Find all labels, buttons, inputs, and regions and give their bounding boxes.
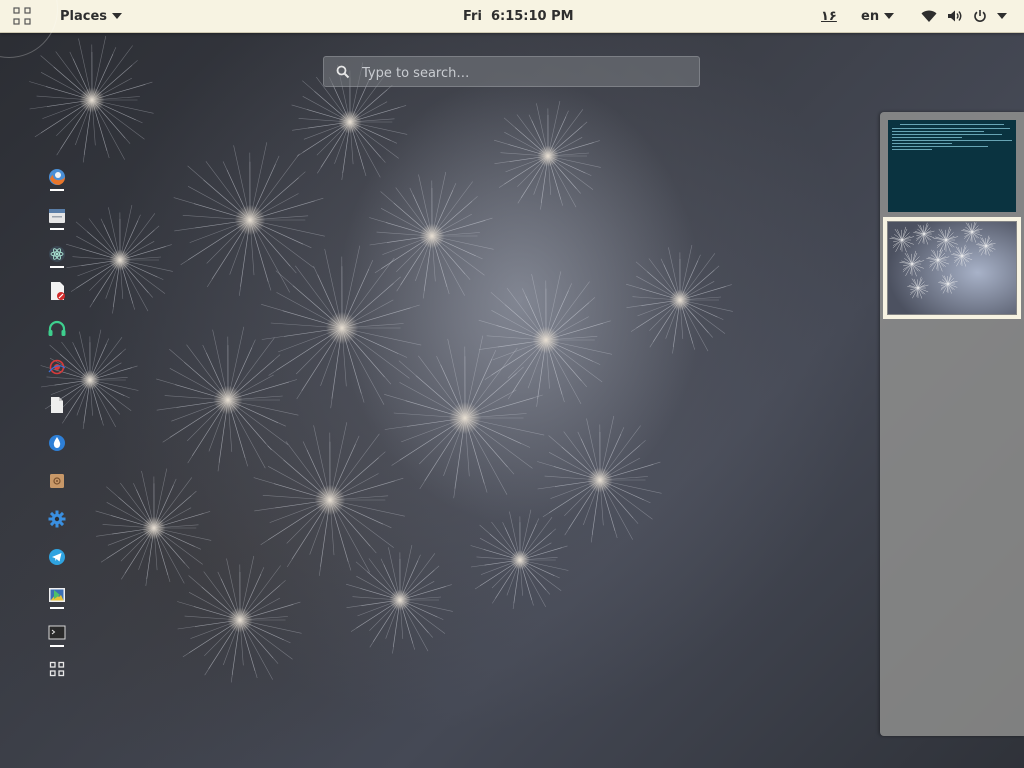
dash-item-text-editor[interactable] bbox=[46, 394, 68, 416]
dash-item-terminal[interactable] bbox=[46, 622, 68, 647]
dash-item-settings[interactable] bbox=[46, 508, 68, 530]
dandelion-wallpaper-art bbox=[29, 35, 733, 683]
dash-item-firefox[interactable] bbox=[46, 166, 68, 191]
workspace-thumbnail-1[interactable] bbox=[888, 120, 1016, 212]
search-input[interactable] bbox=[360, 61, 684, 85]
dash-item-telegram[interactable] bbox=[46, 546, 68, 568]
dash-item-drop[interactable] bbox=[46, 432, 68, 454]
show-applications-icon bbox=[49, 661, 65, 677]
screen-recorder-icon bbox=[48, 359, 66, 375]
settings-icon bbox=[48, 510, 66, 528]
running-indicator bbox=[50, 228, 64, 230]
search-box[interactable] bbox=[323, 56, 700, 87]
activities-button[interactable] bbox=[0, 0, 44, 32]
dash-item-document-viewer[interactable] bbox=[46, 280, 68, 302]
workspace-switcher bbox=[880, 112, 1024, 736]
power-icon bbox=[974, 10, 986, 22]
drop-icon bbox=[49, 435, 65, 451]
running-indicator bbox=[50, 645, 64, 647]
activities-grid-icon bbox=[13, 7, 31, 25]
dash-item-files[interactable] bbox=[46, 205, 68, 230]
clock-button[interactable]: Fri 6:15:10 PM bbox=[463, 0, 574, 32]
workspace-indicator[interactable]: ۱۶ bbox=[821, 0, 837, 32]
atom-icon bbox=[49, 246, 65, 262]
firefox-icon bbox=[49, 169, 65, 185]
document-viewer-icon bbox=[51, 282, 65, 300]
terminal-window-preview bbox=[900, 124, 1004, 125]
dash-item-archive-manager[interactable] bbox=[46, 470, 68, 492]
workspace-thumbnail-2[interactable] bbox=[883, 217, 1021, 319]
chevron-down-icon bbox=[884, 13, 895, 19]
input-source-label: en bbox=[861, 8, 880, 24]
chevron-down-icon bbox=[112, 13, 123, 19]
image-viewer-icon bbox=[49, 588, 65, 602]
dash bbox=[40, 160, 74, 690]
places-menu-label: Places bbox=[60, 8, 108, 24]
show-applications-button[interactable] bbox=[46, 658, 68, 680]
clock-label: Fri 6:15:10 PM bbox=[463, 8, 574, 24]
files-icon bbox=[49, 209, 65, 223]
search-icon bbox=[336, 65, 350, 79]
desktop-wallpaper bbox=[0, 0, 1024, 768]
wallpaper-preview bbox=[888, 222, 1016, 314]
system-menu-button[interactable] bbox=[921, 0, 1007, 32]
volume-icon bbox=[948, 10, 962, 22]
workspace-indicator-label: ۱۶ bbox=[821, 8, 837, 24]
running-indicator bbox=[50, 189, 64, 191]
chevron-down-icon bbox=[997, 13, 1007, 19]
dash-item-atom[interactable] bbox=[46, 243, 68, 268]
wifi-icon bbox=[921, 10, 937, 22]
running-indicator bbox=[50, 266, 64, 268]
places-menu[interactable]: Places bbox=[60, 0, 123, 32]
dash-item-screen-recorder[interactable] bbox=[46, 356, 68, 378]
running-indicator bbox=[50, 607, 64, 609]
music-player-icon bbox=[48, 320, 66, 336]
archive-manager-icon bbox=[50, 474, 64, 488]
dash-item-music-player[interactable] bbox=[46, 318, 68, 340]
text-editor-icon bbox=[51, 397, 63, 413]
input-source-menu[interactable]: en bbox=[861, 0, 895, 32]
dash-item-image-viewer[interactable] bbox=[46, 584, 68, 609]
top-bar: Places Fri 6:15:10 PM ۱۶ en bbox=[0, 0, 1024, 58]
telegram-icon bbox=[49, 549, 65, 565]
terminal-icon bbox=[48, 625, 66, 640]
